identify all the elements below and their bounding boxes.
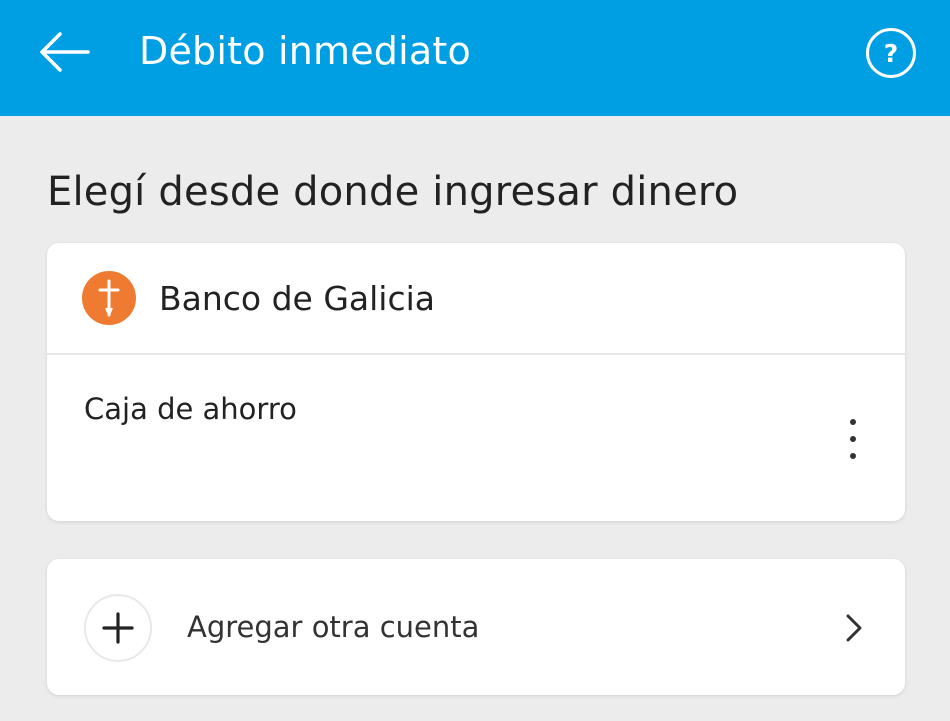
help-button[interactable]: ?	[866, 28, 916, 78]
galicia-logo-icon	[82, 271, 136, 325]
help-circle-icon: ?	[883, 38, 899, 68]
page-title: Débito inmediato	[139, 29, 471, 73]
chevron-right-icon	[839, 611, 869, 645]
bank-header: Banco de Galicia	[47, 243, 905, 355]
add-account-button[interactable]: Agregar otra cuenta	[47, 559, 905, 695]
kebab-dot	[850, 436, 856, 442]
kebab-dot	[850, 453, 856, 459]
back-button[interactable]	[30, 22, 98, 82]
bank-account-card: Banco de Galicia Caja de ahorro	[47, 243, 905, 521]
arrow-left-icon	[40, 32, 90, 72]
more-vertical-icon[interactable]	[833, 411, 873, 467]
plus-icon	[84, 594, 152, 662]
app-bar: Débito inmediato ?	[0, 0, 950, 116]
cross-sword-icon	[98, 279, 120, 317]
kebab-dot	[850, 419, 856, 425]
add-account-label: Agregar otra cuenta	[187, 610, 480, 644]
account-row[interactable]: Caja de ahorro	[47, 355, 905, 521]
account-type: Caja de ahorro	[84, 392, 297, 426]
section-title: Elegí desde donde ingresar dinero	[47, 169, 739, 215]
bank-name: Banco de Galicia	[159, 279, 436, 318]
